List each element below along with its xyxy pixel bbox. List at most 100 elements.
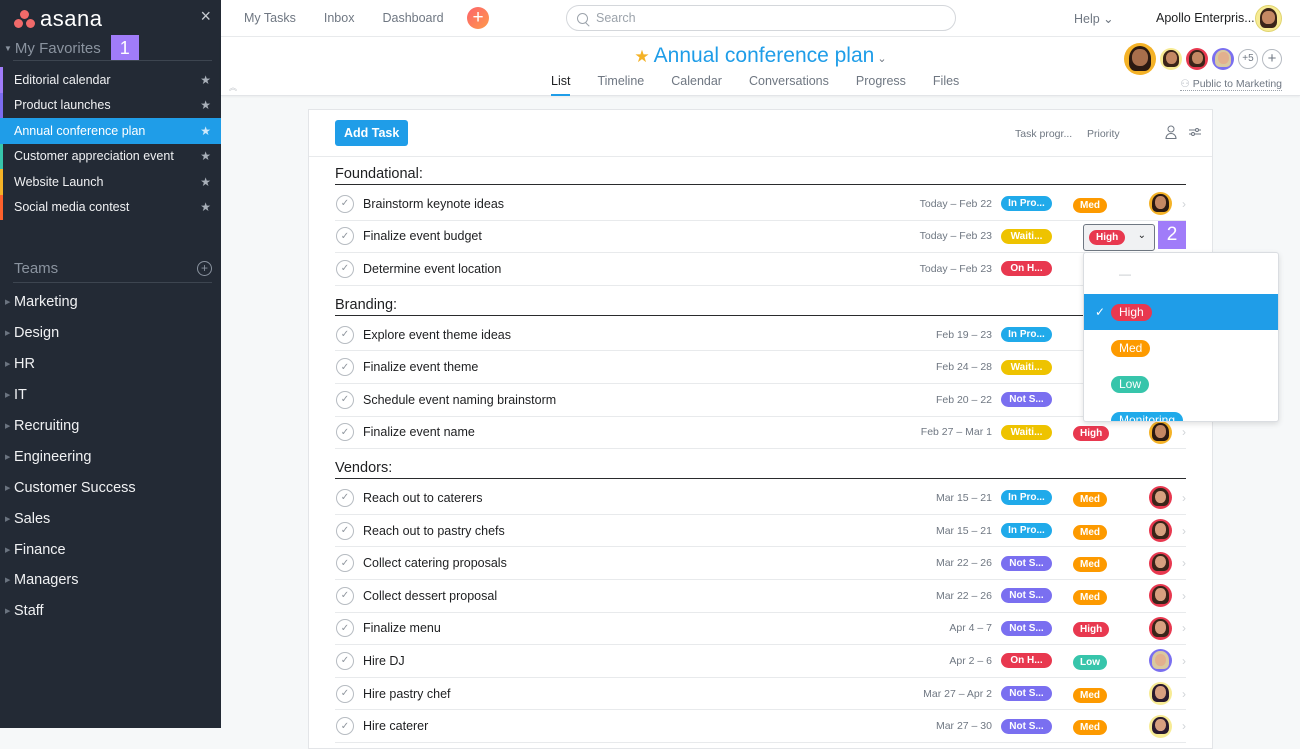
favorite-star-icon[interactable]: ★ xyxy=(634,47,649,66)
complete-checkbox-icon[interactable]: ✓ xyxy=(336,227,354,246)
complete-checkbox-icon[interactable]: ✓ xyxy=(336,325,354,344)
priority-option-high[interactable]: ✓ High xyxy=(1084,294,1278,330)
star-icon[interactable]: ★ xyxy=(200,124,211,138)
task-name[interactable]: Collect dessert proposal xyxy=(363,589,832,603)
status-pill[interactable]: On H... xyxy=(1001,261,1052,277)
filter-settings-icon[interactable] xyxy=(1189,127,1201,137)
column-header-priority[interactable]: Priority xyxy=(1087,128,1120,140)
task-row[interactable]: ✓ Collect dessert proposal Mar 22 – 26 Not … xyxy=(335,580,1186,613)
status-pill[interactable]: Not S... xyxy=(1001,588,1052,604)
tab-files[interactable]: Files xyxy=(933,74,959,96)
tab-timeline[interactable]: Timeline xyxy=(597,74,644,96)
task-due-date[interactable]: Today – Feb 23 xyxy=(832,230,992,242)
member-avatar[interactable] xyxy=(1124,43,1156,75)
task-due-date[interactable]: Feb 19 – 23 xyxy=(832,329,992,341)
nav-inbox[interactable]: Inbox xyxy=(324,11,355,25)
complete-checkbox-icon[interactable]: ✓ xyxy=(336,717,354,736)
task-name[interactable]: Schedule event naming brainstorm xyxy=(363,393,832,407)
priority-cell[interactable]: Med xyxy=(1052,717,1151,736)
collapse-header-icon[interactable]: ︽ xyxy=(229,82,237,93)
status-pill[interactable]: Not S... xyxy=(1001,555,1052,571)
status-pill[interactable]: On H... xyxy=(1001,653,1052,669)
task-due-date[interactable]: Feb 24 – 28 xyxy=(832,361,992,373)
task-due-date[interactable]: Mar 22 – 26 xyxy=(832,590,992,602)
chevron-right-icon[interactable]: › xyxy=(1182,425,1186,439)
task-due-date[interactable]: Mar 27 – Apr 2 xyxy=(832,688,992,700)
status-pill[interactable]: Not S... xyxy=(1001,686,1052,702)
task-due-date[interactable]: Apr 2 – 6 xyxy=(832,655,992,667)
task-row[interactable]: ✓ Explore event theme ideas Feb 19 – 23 In … xyxy=(335,319,1186,352)
task-due-date[interactable]: Mar 15 – 21 xyxy=(832,492,992,504)
chevron-down-icon[interactable]: ⌄ xyxy=(877,53,886,65)
task-row[interactable]: ✓ Reach out to pastry chefs Mar 15 – 21 In … xyxy=(335,515,1186,548)
sidebar-team-item[interactable]: ▶ Finance xyxy=(0,534,221,565)
task-name[interactable]: Finalize event theme xyxy=(363,360,832,374)
sidebar-favorite-item[interactable]: Annual conference plan ★ xyxy=(0,118,221,144)
tab-conversations[interactable]: Conversations xyxy=(749,74,829,96)
sidebar-favorite-item[interactable]: Website Launch ★ xyxy=(0,169,221,195)
chevron-right-icon[interactable]: › xyxy=(1182,654,1186,668)
task-row[interactable]: ✓ Brainstorm keynote ideas Today – Feb 22 I… xyxy=(335,188,1186,221)
task-due-date[interactable]: Today – Feb 22 xyxy=(832,198,992,210)
member-avatar[interactable] xyxy=(1212,48,1234,70)
status-pill[interactable]: In Pro... xyxy=(1001,196,1052,212)
task-name[interactable]: Hire pastry chef xyxy=(363,687,832,701)
close-sidebar-icon[interactable]: × xyxy=(200,6,211,27)
task-name[interactable]: Finalize event budget xyxy=(363,229,832,243)
priority-cell[interactable]: High xyxy=(1052,619,1151,638)
priority-cell[interactable]: Med xyxy=(1052,554,1151,573)
visibility-link[interactable]: ⚇ Public to Marketing xyxy=(1180,78,1282,91)
star-icon[interactable]: ★ xyxy=(200,200,211,214)
star-icon[interactable]: ★ xyxy=(200,98,211,112)
chevron-right-icon[interactable]: › xyxy=(1182,719,1186,733)
chevron-right-icon[interactable]: › xyxy=(1182,621,1186,635)
task-row[interactable]: ✓ Schedule event naming brainstorm Feb 20 … xyxy=(335,384,1186,417)
star-icon[interactable]: ★ xyxy=(200,175,211,189)
user-avatar[interactable] xyxy=(1255,5,1282,32)
asana-logo[interactable]: asana xyxy=(14,6,102,32)
member-avatar[interactable] xyxy=(1160,48,1182,70)
member-avatar[interactable] xyxy=(1186,48,1208,70)
complete-checkbox-icon[interactable]: ✓ xyxy=(336,684,354,703)
sidebar-favorite-item[interactable]: Editorial calendar ★ xyxy=(0,67,221,93)
priority-select[interactable]: High ⌄ xyxy=(1083,224,1155,251)
sidebar-favorite-item[interactable]: Social media contest ★ xyxy=(0,194,221,220)
sidebar-favorite-item[interactable]: Product launches ★ xyxy=(0,92,221,118)
status-pill[interactable]: In Pro... xyxy=(1001,327,1052,343)
priority-option-none[interactable]: — xyxy=(1084,253,1278,294)
nav-dashboard[interactable]: Dashboard xyxy=(382,11,443,25)
priority-option-low[interactable]: Low xyxy=(1084,366,1278,402)
help-menu[interactable]: Help ⌄ xyxy=(1074,11,1114,26)
task-name[interactable]: Explore event theme ideas xyxy=(363,328,832,342)
sidebar-team-item[interactable]: ▶ Customer Success xyxy=(0,472,221,503)
assignee-avatar[interactable] xyxy=(1149,584,1172,608)
tab-list[interactable]: List xyxy=(551,74,571,96)
tab-calendar[interactable]: Calendar xyxy=(671,74,722,96)
task-due-date[interactable]: Apr 4 – 7 xyxy=(832,622,992,634)
nav-my-tasks[interactable]: My Tasks xyxy=(244,11,296,25)
chevron-right-icon[interactable]: › xyxy=(1182,524,1186,538)
priority-cell[interactable]: Med xyxy=(1052,685,1151,703)
task-name[interactable]: Finalize menu xyxy=(363,621,832,635)
task-due-date[interactable]: Mar 22 – 26 xyxy=(832,557,992,569)
assignee-avatar[interactable] xyxy=(1149,192,1172,216)
organization-switcher[interactable]: Apollo Enterpris... xyxy=(1156,11,1255,25)
assignee-avatar[interactable] xyxy=(1149,714,1172,738)
complete-checkbox-icon[interactable]: ✓ xyxy=(336,554,354,573)
status-pill[interactable]: Not S... xyxy=(1001,718,1052,734)
priority-option-med[interactable]: Med xyxy=(1084,330,1278,366)
complete-checkbox-icon[interactable]: ✓ xyxy=(336,194,354,213)
sidebar-team-item[interactable]: ▶ IT xyxy=(0,380,221,411)
task-row[interactable]: ✓ Collect catering proposals Mar 22 – 26 No… xyxy=(335,547,1186,580)
add-member-button[interactable]: + xyxy=(1262,49,1282,69)
task-row[interactable]: ✓ Hire DJ Apr 2 – 6 On H... Low › xyxy=(335,645,1186,678)
assignee-icon[interactable] xyxy=(1165,125,1177,139)
chevron-right-icon[interactable]: › xyxy=(1182,197,1186,211)
complete-checkbox-icon[interactable]: ✓ xyxy=(336,259,354,278)
column-header-task-progress[interactable]: Task progr... xyxy=(1015,128,1072,140)
task-row[interactable]: ✓ Hire caterer Mar 27 – 30 Not S... Med › xyxy=(335,710,1186,743)
task-row[interactable]: ✓ Reach out to caterers Mar 15 – 21 In Pro.… xyxy=(335,482,1186,515)
chevron-right-icon[interactable]: › xyxy=(1182,589,1186,603)
status-pill[interactable]: In Pro... xyxy=(1001,490,1052,506)
complete-checkbox-icon[interactable]: ✓ xyxy=(336,390,354,409)
